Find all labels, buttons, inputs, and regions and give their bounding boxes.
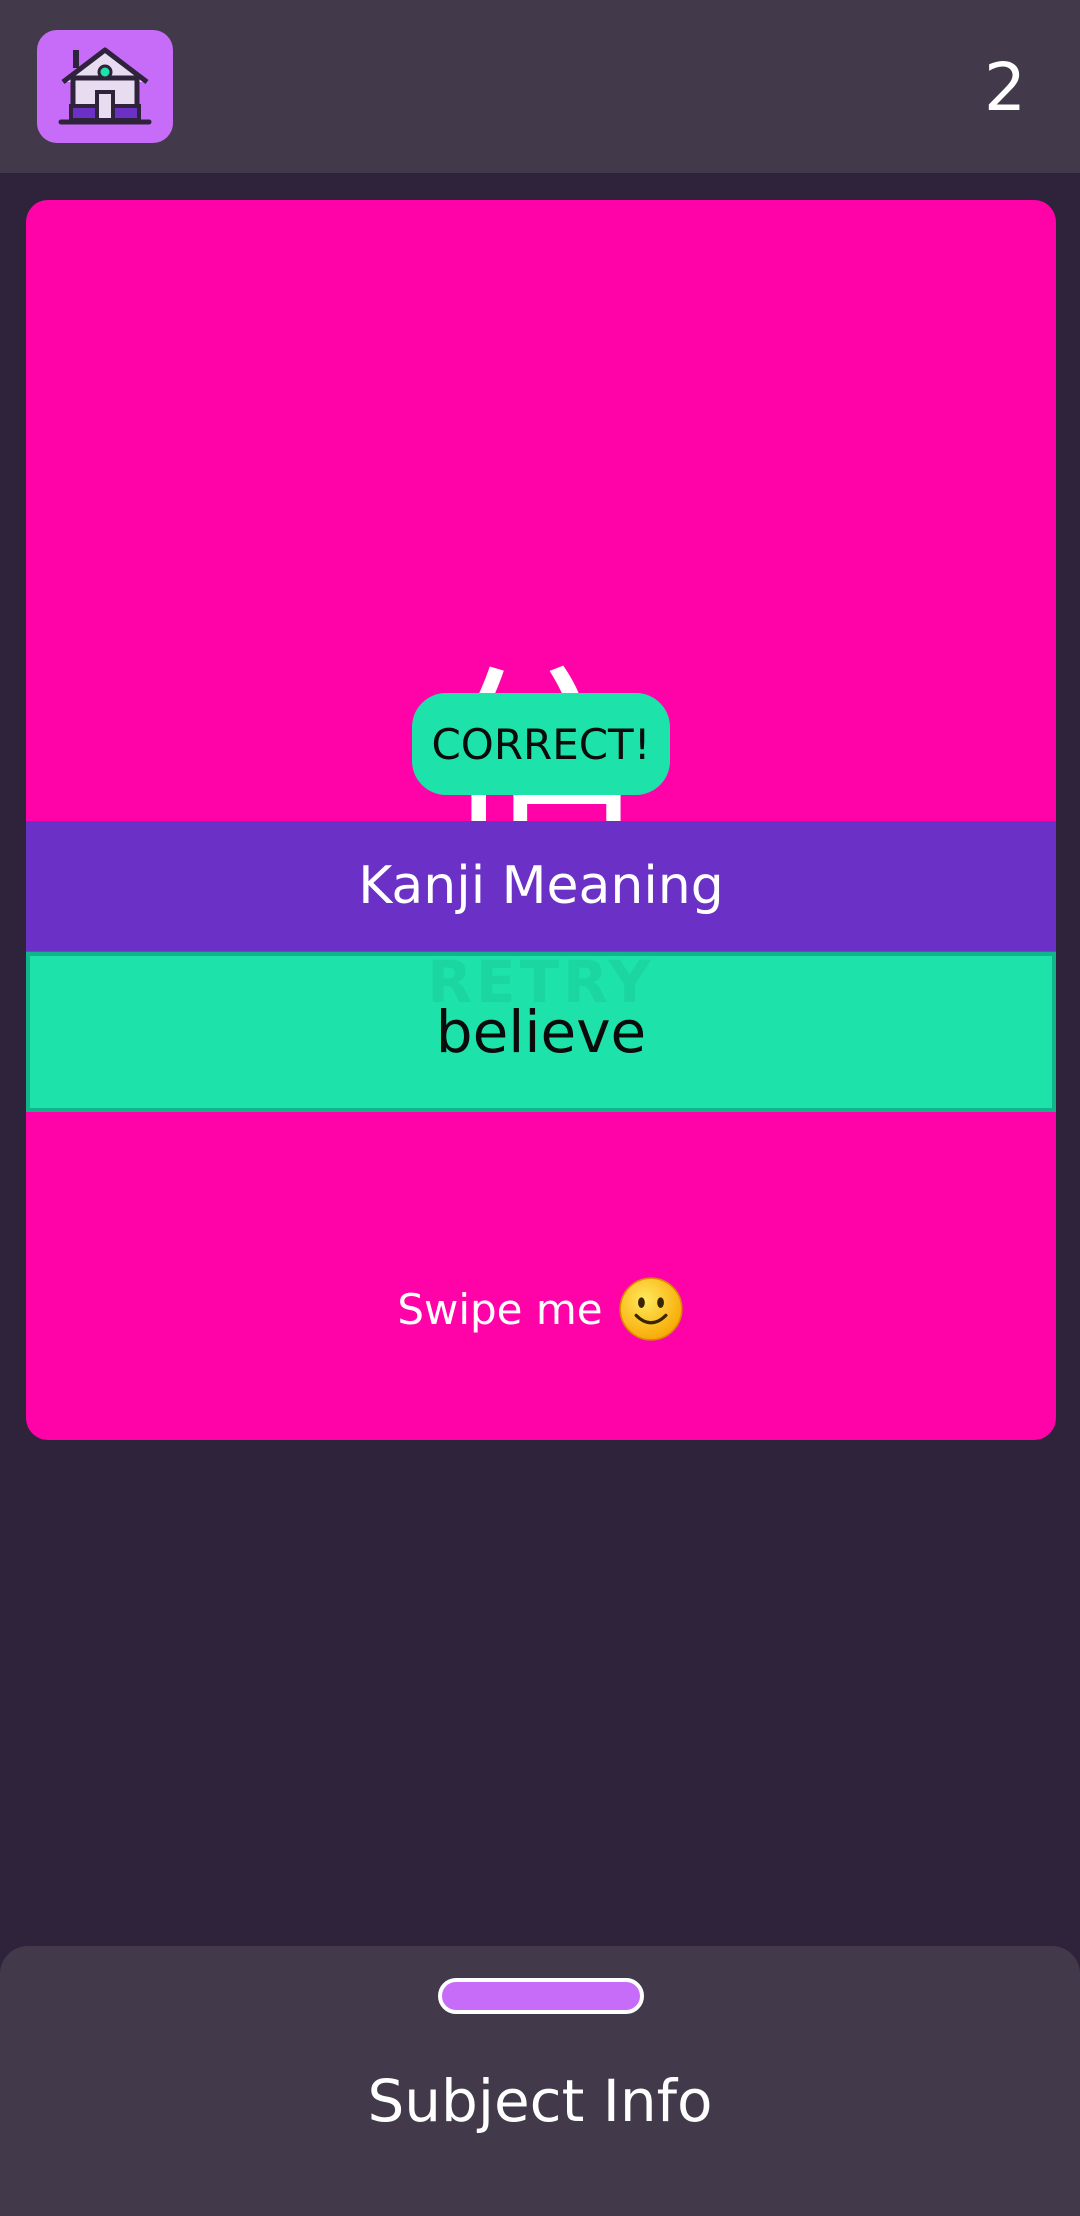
review-counter: 2: [984, 49, 1026, 126]
flashcard[interactable]: 信 CORRECT! Kanji Meaning believe RETRY S…: [26, 200, 1056, 1440]
home-button[interactable]: [37, 30, 173, 143]
retry-ghost-label: RETRY: [427, 948, 655, 1016]
top-bar: 2: [0, 0, 1080, 173]
swipe-hint-text: Swipe me: [397, 1284, 603, 1334]
meaning-header: Kanji Meaning: [26, 821, 1056, 951]
house-icon: [55, 42, 155, 132]
smiley-icon: [617, 1275, 685, 1343]
drag-handle[interactable]: [438, 1978, 644, 2014]
swipe-hint: Swipe me: [26, 1275, 1056, 1343]
sheet-title: Subject Info: [367, 2067, 713, 2135]
result-badge: CORRECT!: [412, 693, 670, 795]
subject-info-sheet[interactable]: Subject Info: [0, 1946, 1080, 2216]
